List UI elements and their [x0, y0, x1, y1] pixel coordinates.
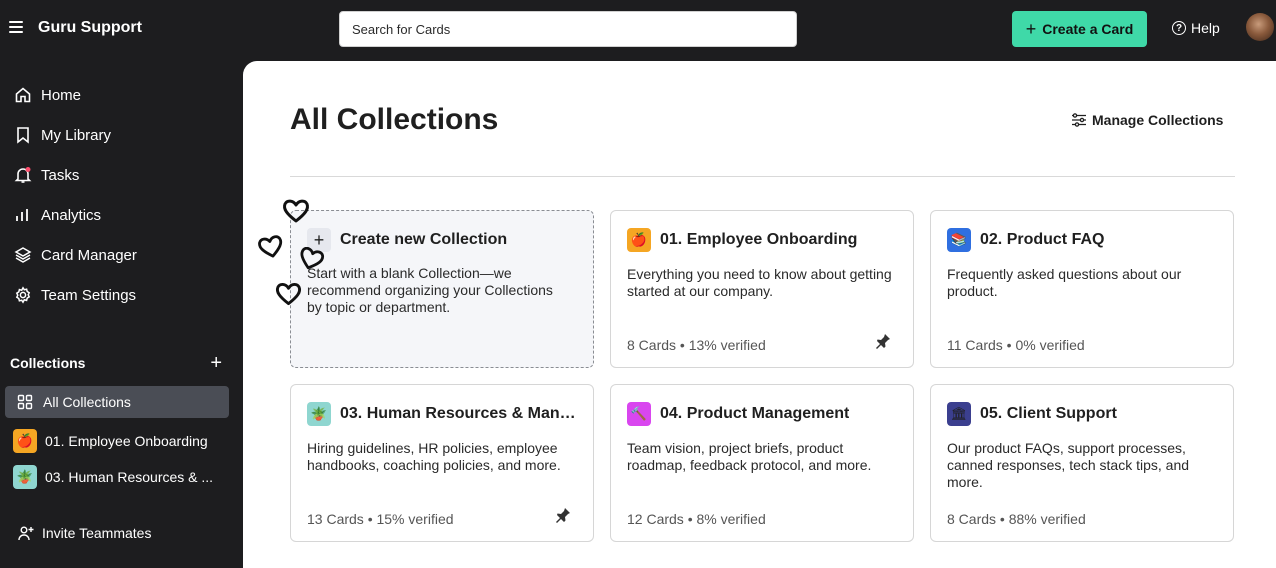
gear-icon: [15, 286, 31, 304]
sidebar-item-label: Analytics: [41, 206, 102, 224]
card-meta: 11 Cards • 0% verified: [947, 337, 1085, 353]
sidebar-collection-employee-onboarding[interactable]: 🍎 01. Employee Onboarding: [5, 425, 229, 457]
sidebar-item-label: Team Settings: [41, 286, 137, 304]
card-title: 02. Product FAQ: [980, 231, 1105, 248]
tools-icon: 🔨: [627, 402, 651, 426]
card-meta: 13 Cards • 15% verified: [307, 511, 454, 527]
collection-card-client-support[interactable]: 🏛 05. Client Support Our product FAQs, s…: [930, 384, 1234, 542]
add-collection-icon[interactable]: +: [210, 353, 222, 373]
sidebar-item-analytics[interactable]: Analytics: [14, 203, 101, 227]
heart-doodle-icon: [283, 199, 309, 223]
manage-collections-label: Manage Collections: [1092, 112, 1224, 128]
app-title: Guru Support: [38, 19, 142, 36]
card-title: 04. Product Management: [660, 405, 850, 422]
plant-icon: 🪴: [307, 402, 331, 426]
sidebar-collection-human-resources[interactable]: 🪴 03. Human Resources & ...: [5, 461, 229, 493]
sidebar-item-my-library[interactable]: My Library: [14, 123, 111, 147]
card-title: 01. Employee Onboarding: [660, 231, 858, 248]
bookmark-icon: [17, 127, 29, 144]
building-icon: 🏛: [947, 402, 971, 426]
layers-icon: [14, 247, 32, 263]
home-icon: [15, 87, 31, 103]
top-bar: Guru Support + Create a Card ? Help: [0, 0, 1276, 60]
heart-doodle-icon: [275, 283, 302, 306]
sidebar-item-team-settings[interactable]: Team Settings: [14, 283, 136, 307]
collection-card-employee-onboarding[interactable]: 🍎 01. Employee Onboarding Everything you…: [610, 210, 914, 368]
sidebar-collection-label: All Collections: [43, 394, 131, 410]
card-title: 03. Human Resources & Mana...: [340, 405, 577, 422]
bar-chart-icon: [16, 209, 28, 221]
card-description: Everything you need to know about gettin…: [627, 266, 892, 299]
pin-icon[interactable]: [875, 333, 891, 349]
apple-icon: 🍎: [13, 429, 37, 453]
card-description: Team vision, project briefs, product roa…: [627, 440, 872, 473]
question-icon: ?: [1172, 21, 1186, 35]
heart-doodle-icon: [258, 235, 283, 258]
card-title: 05. Client Support: [980, 405, 1117, 422]
sidebar-item-label: Home: [41, 86, 82, 104]
create-card-button[interactable]: + Create a Card: [1012, 11, 1147, 47]
sidebar: Home My Library Tasks Analytics Card Man…: [0, 60, 243, 568]
invite-label: Invite Teammates: [42, 525, 152, 541]
sidebar-item-label: My Library: [41, 126, 112, 144]
pin-icon[interactable]: [555, 507, 571, 523]
help-label: Help: [1191, 20, 1220, 36]
collection-card-product-faq[interactable]: 📚 02. Product FAQ Frequently asked quest…: [930, 210, 1234, 368]
books-icon: 📚: [947, 228, 971, 252]
create-card-label: Create a Card: [1042, 21, 1134, 37]
heart-doodle-icon: [300, 247, 325, 270]
plus-icon: +: [1025, 19, 1037, 39]
apple-icon: 🍎: [627, 228, 651, 252]
main-panel: All Collections Manage Collections + Cre…: [243, 61, 1276, 568]
card-title: Create new Collection: [340, 231, 508, 248]
card-meta: 8 Cards • 88% verified: [947, 511, 1086, 527]
card-description: Hiring guidelines, HR policies, employee…: [307, 440, 561, 473]
page-title: All Collections: [290, 103, 499, 136]
sidebar-item-tasks[interactable]: Tasks: [14, 163, 79, 187]
avatar[interactable]: [1246, 13, 1274, 41]
bell-icon: [14, 167, 32, 183]
sidebar-collection-all[interactable]: All Collections: [5, 386, 229, 418]
sliders-icon: [1072, 113, 1086, 127]
card-description: Our product FAQs, support processes, can…: [947, 440, 1190, 490]
invite-teammates-button[interactable]: Invite Teammates: [18, 525, 151, 541]
card-meta: 12 Cards • 8% verified: [627, 511, 766, 527]
menu-icon[interactable]: [9, 21, 23, 33]
sidebar-item-label: Card Manager: [41, 246, 137, 264]
card-description: Frequently asked questions about our pro…: [947, 266, 1182, 299]
grid-icon: [17, 394, 33, 410]
help-button[interactable]: ? Help: [1172, 20, 1220, 36]
collections-heading-label: Collections: [10, 355, 86, 371]
search-input[interactable]: [339, 11, 797, 47]
collection-card-product-management[interactable]: 🔨 04. Product Management Team vision, pr…: [610, 384, 914, 542]
manage-collections-button[interactable]: Manage Collections: [1071, 112, 1223, 128]
collections-heading: Collections +: [10, 353, 222, 373]
card-meta: 8 Cards • 13% verified: [627, 337, 766, 353]
add-user-icon: [18, 526, 34, 541]
sidebar-item-label: Tasks: [41, 166, 80, 184]
sidebar-item-home[interactable]: Home: [14, 83, 81, 107]
card-description: Start with a blank Collection—we recomme…: [307, 265, 553, 315]
plant-icon: 🪴: [13, 465, 37, 489]
divider: [290, 176, 1235, 177]
sidebar-item-card-manager[interactable]: Card Manager: [14, 243, 137, 267]
sidebar-collection-label: 03. Human Resources & ...: [45, 469, 214, 485]
create-new-collection-card[interactable]: + Create new Collection Start with a bla…: [290, 210, 594, 368]
sidebar-collection-label: 01. Employee Onboarding: [45, 433, 208, 449]
collection-card-human-resources[interactable]: 🪴 03. Human Resources & Mana... Hiring g…: [290, 384, 594, 542]
